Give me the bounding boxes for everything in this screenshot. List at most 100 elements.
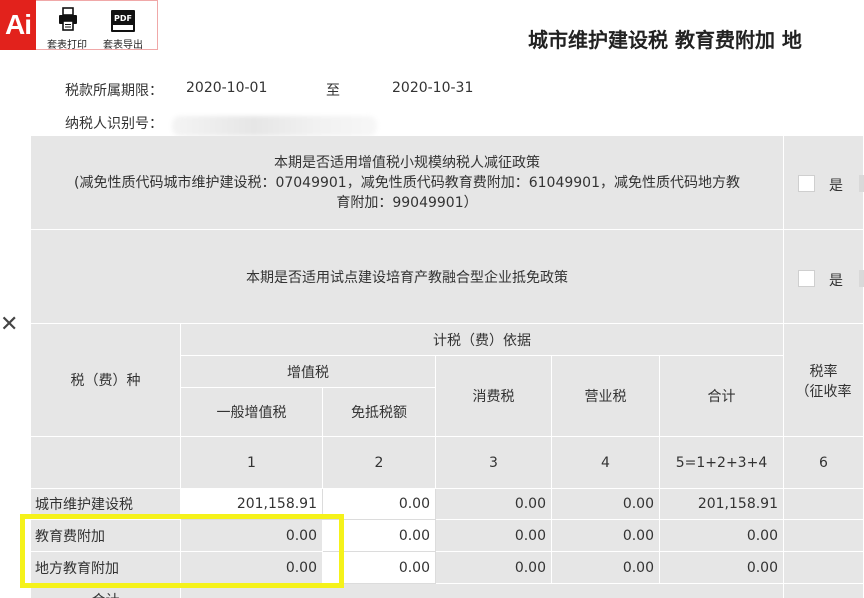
close-icon[interactable]: ✕ — [0, 314, 18, 336]
row-1-c2: 0.00 — [398, 527, 430, 544]
policy1-line1: 本期是否适用增值税小规模纳税人减征政策 — [273, 154, 540, 171]
policy1-no-checkbox[interactable] — [859, 175, 864, 192]
row-1-c1: 0.00 — [285, 527, 317, 544]
header-vat-label: 增值税 — [287, 364, 329, 381]
taxpayer-id-redacted — [172, 116, 377, 136]
row-2-c4: 0.00 — [622, 559, 654, 576]
row-0-business: 0.00 — [552, 489, 660, 520]
row-2-rate — [784, 552, 864, 584]
page-title: 城市维护建设税 教育费附加 地 — [528, 28, 802, 52]
tax-form-table: 本期是否适用增值税小规模纳税人减征政策 (减免性质代码城市维护建设税：07049… — [31, 136, 864, 598]
policy1-line2: (减免性质代码城市维护建设税：07049901，减免性质代码教育费附加：6104… — [74, 174, 740, 191]
period-end: 2020-10-31 — [392, 80, 474, 96]
colnum-6: 6 — [784, 437, 864, 489]
row-1-total: 0.00 — [660, 520, 784, 552]
row-1-c3: 0.00 — [514, 527, 546, 544]
row-1-exempt-input[interactable]: 0.00 — [323, 520, 436, 552]
policy1-yes-label: 是 — [829, 178, 843, 194]
colnum-2: 2 — [323, 437, 436, 489]
colnum-1: 1 — [181, 437, 323, 489]
row-2-exempt-input[interactable]: 0.00 — [323, 552, 436, 584]
header-total: 合计 — [660, 356, 784, 437]
table-row-total-rate — [784, 584, 864, 598]
row-0-c2: 0.00 — [398, 496, 430, 512]
export-set-label: 套表导出 — [103, 40, 143, 51]
row-0-general-vat-input[interactable]: 201,158.91 — [181, 489, 323, 520]
row-1-name-text: 教育费附加 — [35, 528, 105, 545]
pdf-icon: PDF — [111, 10, 135, 32]
policy2-no-checkbox[interactable] — [859, 270, 864, 287]
header-tax-type-label: 税（费）种 — [70, 373, 141, 389]
row-0-c4: 0.00 — [622, 496, 654, 512]
header-consumption-tax: 消费税 — [436, 356, 552, 437]
header-rate: 税率 （征收率 — [784, 324, 864, 437]
colnum-5: 5=1+2+3+4 — [660, 437, 784, 489]
row-0-total: 201,158.91 — [660, 489, 784, 520]
policy2-yes-label: 是 — [829, 273, 843, 289]
header-exempt-amount-label: 免抵税额 — [351, 405, 407, 421]
colnum-3: 3 — [436, 437, 552, 489]
header-tax-type: 税（费）种 — [31, 324, 181, 437]
table-row-total-name: 合计 — [31, 584, 181, 598]
period-label: 税款所属期限： — [65, 83, 163, 99]
colnum-6-text: 6 — [819, 454, 828, 471]
policy2-yes-checkbox[interactable] — [798, 270, 815, 287]
colnum-4-text: 4 — [601, 454, 610, 471]
export-set-button[interactable]: PDF 套表导出 — [96, 3, 150, 51]
toolbar: 套表打印 PDF 套表导出 — [36, 0, 158, 51]
row-2-c3: 0.00 — [514, 559, 546, 576]
row-2-general-vat: 0.00 — [181, 552, 323, 584]
row-total-name-text: 合计 — [92, 590, 120, 598]
header-rate-line2: （征收率 — [795, 384, 852, 400]
table-row-total-values — [181, 584, 784, 598]
header-general-vat: 一般增值税 — [181, 388, 323, 437]
table-row-1-name: 教育费附加 — [31, 520, 181, 552]
row-1-rate — [784, 520, 864, 552]
period-to: 至 — [326, 83, 340, 99]
row-1-business: 0.00 — [552, 520, 660, 552]
header-business-tax: 营业税 — [552, 356, 660, 437]
policy2-answer — [784, 230, 864, 324]
policy1-answer — [784, 136, 864, 230]
colnum-3-text: 3 — [489, 454, 498, 471]
row-0-rate — [784, 489, 864, 520]
header-basis: 计税（费）依据 — [181, 324, 784, 356]
row-0-c3: 0.00 — [514, 496, 546, 512]
row-2-c2: 0.00 — [398, 559, 430, 576]
colnum-4: 4 — [552, 437, 660, 489]
row-1-general-vat: 0.00 — [181, 520, 323, 552]
taxpayer-id-label: 纳税人识别号： — [65, 116, 163, 132]
table-row-0-name: 城市维护建设税 — [31, 489, 181, 520]
row-2-consumption: 0.00 — [436, 552, 552, 584]
header-exempt-amount: 免抵税额 — [323, 388, 436, 437]
header-vat: 增值税 — [181, 356, 436, 388]
row-1-c5: 0.00 — [746, 527, 778, 544]
row-2-total: 0.00 — [660, 552, 784, 584]
table-row-2-name: 地方教育附加 — [31, 552, 181, 584]
header-total-label: 合计 — [707, 389, 736, 405]
pdf-icon-text: PDF — [114, 14, 132, 23]
policy1-line3: 育附加：99049901） — [336, 194, 478, 211]
row-2-c5: 0.00 — [746, 559, 778, 576]
header-business-tax-label: 营业税 — [584, 389, 627, 405]
colnum-1-text: 1 — [247, 454, 256, 471]
header-general-vat-label: 一般增值税 — [216, 405, 287, 421]
row-0-exempt-input[interactable]: 0.00 — [323, 489, 436, 520]
print-set-label: 套表打印 — [47, 40, 87, 51]
row-0-c5: 201,158.91 — [697, 496, 778, 512]
policy2-question: 本期是否适用试点建设培育产教融合型企业抵免政策 — [31, 230, 784, 324]
header-basis-label: 计税（费）依据 — [433, 332, 531, 349]
row-0-name-text: 城市维护建设税 — [35, 497, 133, 513]
policy1-question: 本期是否适用增值税小规模纳税人减征政策 (减免性质代码城市维护建设税：07049… — [31, 136, 784, 230]
header-consumption-tax-label: 消费税 — [472, 389, 515, 405]
colnum-blank — [31, 437, 181, 489]
row-2-c1: 0.00 — [285, 559, 317, 576]
policy1-yes-checkbox[interactable] — [798, 175, 815, 192]
row-0-c1: 201,158.91 — [236, 496, 317, 512]
colnum-5-text: 5=1+2+3+4 — [675, 454, 768, 471]
row-0-consumption: 0.00 — [436, 489, 552, 520]
period-start: 2020-10-01 — [186, 80, 268, 96]
row-1-c4: 0.00 — [622, 527, 654, 544]
print-set-button[interactable]: 套表打印 — [40, 3, 94, 51]
app-logo: Ai — [0, 0, 36, 50]
